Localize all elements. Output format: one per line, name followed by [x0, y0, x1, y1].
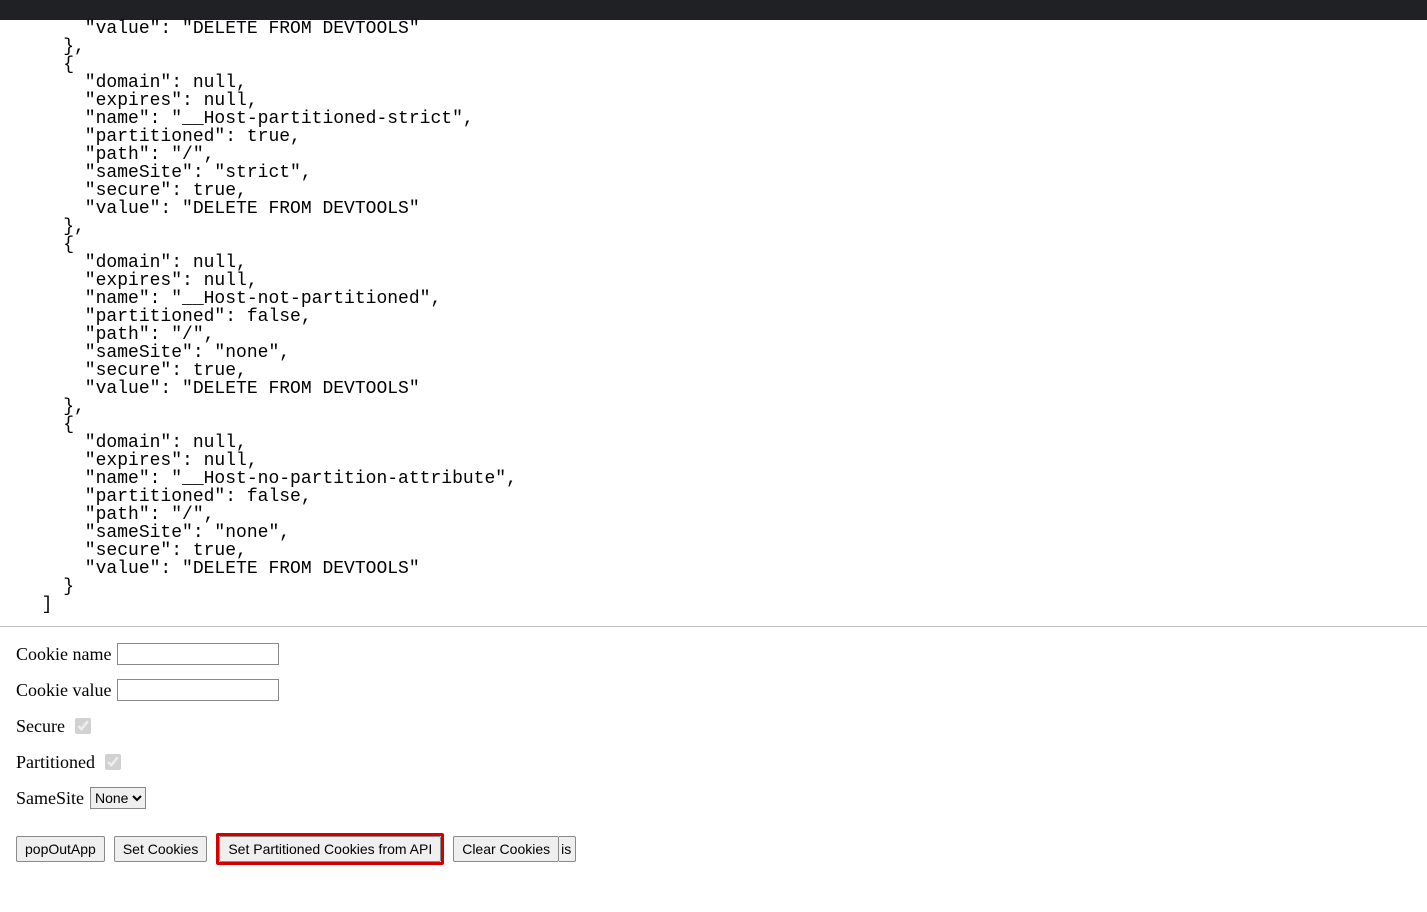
browser-titlebar: [0, 0, 1427, 20]
cookie-value-input[interactable]: [117, 679, 279, 701]
highlight-annotation: Set Partitioned Cookies from API: [216, 833, 444, 865]
samesite-label: SameSite: [16, 788, 84, 809]
set-partitioned-cookies-button[interactable]: Set Partitioned Cookies from API: [219, 836, 441, 862]
partitioned-checkbox[interactable]: [105, 754, 121, 770]
cookie-form: Cookie name Cookie value Secure Partitio…: [0, 627, 1427, 833]
json-output: "value": "DELETE FROM DEVTOOLS" }, { "do…: [0, 20, 1427, 620]
popout-button[interactable]: popOutApp: [16, 836, 105, 862]
secure-row: Secure: [16, 715, 1411, 737]
partitioned-label: Partitioned: [16, 752, 95, 773]
cookie-value-row: Cookie value: [16, 679, 1411, 701]
button-row: popOutApp Set Cookies Set Partitioned Co…: [0, 833, 1427, 881]
partial-button-fragment: is: [559, 836, 576, 862]
cookie-name-row: Cookie name: [16, 643, 1411, 665]
set-cookies-button[interactable]: Set Cookies: [114, 836, 207, 862]
samesite-select[interactable]: None: [90, 787, 146, 809]
samesite-row: SameSite None: [16, 787, 1411, 809]
cookie-name-label: Cookie name: [16, 644, 111, 665]
secure-checkbox[interactable]: [75, 718, 91, 734]
partitioned-row: Partitioned: [16, 751, 1411, 773]
secure-label: Secure: [16, 716, 65, 737]
clear-cookies-button[interactable]: Clear Cookies: [453, 836, 559, 862]
cookie-name-input[interactable]: [117, 643, 279, 665]
json-output-container: "value": "DELETE FROM DEVTOOLS" }, { "do…: [0, 20, 1427, 627]
cookie-value-label: Cookie value: [16, 680, 111, 701]
